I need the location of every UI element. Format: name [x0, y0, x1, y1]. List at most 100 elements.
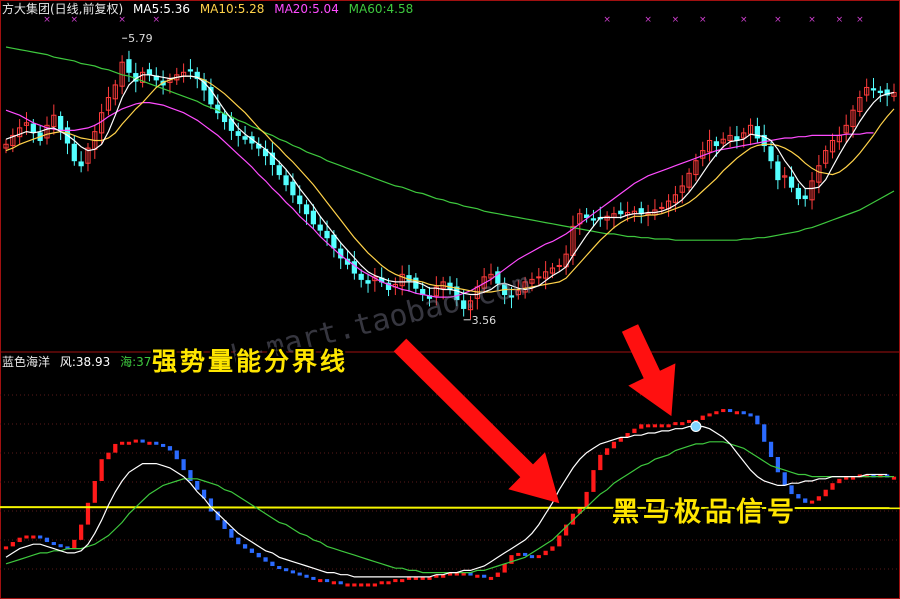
candle-up: [556, 264, 562, 267]
threshold-arrow: [393, 338, 560, 504]
oscillator-panel-header: 蓝色海洋 风:38.93 海:37.04: [2, 355, 176, 369]
signal-bar-up: [3, 546, 9, 550]
signal-bar-up: [734, 411, 740, 415]
signal-bar-down: [181, 459, 186, 471]
signal-bar-down: [324, 579, 330, 583]
candle-down: [351, 261, 357, 274]
signal-bar-down: [741, 411, 746, 415]
candle-down: [297, 195, 303, 205]
signal-marker: ×: [118, 15, 126, 25]
threshold-annotation: 强势量能分界线: [152, 347, 349, 376]
signal-bar-up: [604, 448, 610, 455]
signal-bar-up: [700, 415, 705, 420]
signal-bar-down: [160, 443, 166, 447]
signal-bar-down: [290, 570, 296, 574]
signal-bar-down: [338, 581, 343, 585]
candle-up: [659, 206, 665, 209]
signal-marker: ×: [740, 15, 748, 25]
signal-bar-up: [17, 537, 22, 543]
signal-bar-up: [809, 500, 815, 504]
candle-down: [802, 195, 808, 200]
signal-bar-up: [686, 419, 692, 423]
candle-down: [303, 204, 310, 215]
signal-marker: ×: [808, 15, 816, 25]
price-panel-header: 方大集团(日线,前复权) MA5:5.36 MA10:5.28 MA20:5.0…: [2, 2, 419, 16]
signal-bar-down: [482, 574, 487, 578]
signal-arrow: [621, 324, 676, 417]
signal-bar-up: [707, 413, 712, 417]
signal-marker: ×: [699, 15, 707, 25]
ma20-label: MA20:5.04: [274, 2, 339, 16]
signal-bar-up: [557, 535, 562, 547]
signal-bar-up: [79, 524, 84, 540]
signal-bar-down: [803, 498, 808, 503]
signal-bar-down: [270, 561, 275, 567]
signal-bar-down: [283, 568, 289, 572]
signal-bar-up: [536, 555, 541, 559]
candle-down: [413, 277, 419, 289]
signal-dot: [690, 421, 702, 432]
signal-marker: ×: [856, 15, 864, 25]
signal-bar-up: [475, 574, 480, 578]
signal-bar-down: [277, 566, 282, 570]
stock-title: 方大集团(日线,前复权): [2, 2, 124, 16]
signal-marker: ×: [71, 15, 79, 25]
signal-bar-down: [523, 552, 528, 556]
signal-bar-down: [195, 481, 200, 490]
candle-down: [30, 123, 36, 133]
signal-bar-down: [229, 528, 234, 538]
signal-bar-down: [727, 409, 733, 413]
signal-bar-up: [673, 422, 678, 426]
signal-bar-down: [263, 557, 268, 562]
signal-bar-up: [393, 579, 398, 583]
signal-bar-down: [762, 424, 767, 442]
signal-marker: ×: [603, 15, 611, 25]
signal-bar-up: [830, 483, 835, 490]
signal-bar-up: [106, 452, 111, 460]
indicator-title: 蓝色海洋: [2, 355, 51, 369]
candle-down: [331, 234, 337, 249]
signal-bar-down: [297, 572, 302, 576]
signal-bar-up: [645, 424, 651, 428]
candle-down: [310, 210, 317, 225]
signal-bar-up: [120, 441, 125, 445]
signal-bar-up: [837, 478, 842, 484]
signal-bar-down: [174, 450, 179, 460]
signal-bar-down: [242, 544, 248, 549]
candle-down: [290, 181, 296, 196]
signal-bar-down: [529, 555, 535, 559]
signal-bar-up: [147, 441, 152, 445]
signal-bar-up: [721, 409, 726, 413]
signal-bar-down: [236, 537, 241, 545]
signal-bar-up: [72, 539, 77, 549]
signal-bar-down: [775, 457, 780, 473]
signal-bar-down: [782, 472, 787, 486]
signal-bar-up: [584, 491, 589, 508]
signal-bar-up: [495, 572, 500, 577]
candle-down: [590, 218, 597, 221]
candle-down: [618, 210, 624, 215]
ma60-line: [5, 46, 895, 241]
signal-bar-up: [379, 581, 384, 585]
signal-bar-up: [352, 583, 357, 587]
price-panel: × × × × × × × × × × × × ×: [3, 15, 897, 321]
signal-bar-up: [488, 576, 494, 580]
signal-bar-down: [140, 439, 145, 443]
signal-bar-down: [256, 552, 261, 558]
signal-bar-up: [543, 550, 548, 556]
signal-bar-up: [591, 470, 596, 492]
signal-bar-up: [714, 411, 719, 415]
signal-marker: ×: [672, 15, 680, 25]
candle-down: [78, 161, 84, 167]
signal-marker: ×: [644, 15, 652, 25]
signal-bar-up: [372, 583, 377, 587]
ma60-label: MA60:4.58: [348, 2, 414, 16]
signal-bar-up: [85, 502, 91, 525]
signal-bar-up: [133, 439, 138, 443]
signal-bar-down: [748, 413, 753, 417]
signal-annotation: 黑马极品信号: [612, 497, 798, 528]
signal-bar-up: [318, 579, 323, 583]
signal-bar-up: [611, 441, 617, 449]
high-price-label: 5.79: [128, 32, 153, 45]
signal-bar-up: [516, 552, 521, 556]
